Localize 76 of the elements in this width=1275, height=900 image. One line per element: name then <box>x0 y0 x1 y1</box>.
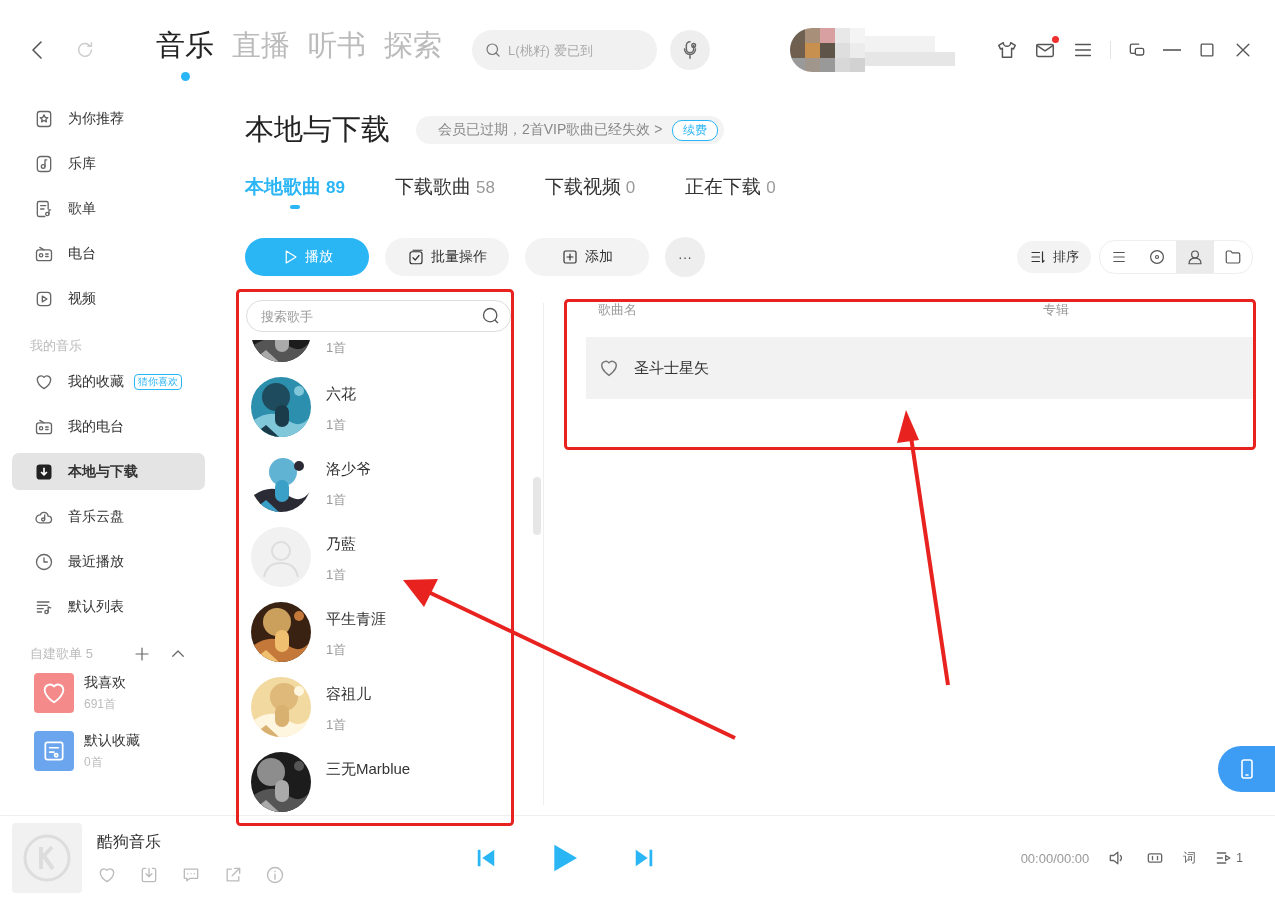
sidebar-item[interactable]: 默认列表 <box>12 588 205 625</box>
info-icon <box>265 864 285 885</box>
artist-search-field[interactable]: 搜索歌手 <box>246 300 511 332</box>
view-toggle[interactable] <box>1176 241 1214 273</box>
sidebar-item[interactable]: 视频 <box>12 280 205 317</box>
sidebar-item[interactable]: 乐库 <box>12 145 205 182</box>
next-icon <box>633 847 655 869</box>
search-icon <box>481 306 501 326</box>
song-count: 1首 <box>326 566 348 584</box>
song-count: 1首 <box>326 491 348 509</box>
song-count: 1首 <box>326 416 348 434</box>
artist-name[interactable]: 平生青涯 <box>326 610 386 629</box>
person-icon <box>1186 248 1204 266</box>
previous-icon <box>475 847 497 869</box>
content-tab[interactable]: 下载歌曲 58 <box>394 174 495 218</box>
more-button[interactable]: ··· <box>665 237 705 277</box>
playlist-icon <box>41 738 67 764</box>
skin-button[interactable] <box>996 39 1018 61</box>
sidebar-item[interactable]: 我的收藏 猜你喜欢 <box>12 363 205 400</box>
plus-icon <box>133 645 151 663</box>
checkbox-icon <box>407 248 425 266</box>
sidebar-item[interactable]: 我的电台 <box>12 408 205 445</box>
voice-search-button[interactable] <box>670 30 710 70</box>
artist-name[interactable]: 洛少爷 <box>326 460 371 479</box>
playlist-name[interactable]: 我喜欢 <box>84 673 126 692</box>
song-title: 酷狗音乐 <box>97 831 162 852</box>
search-icon <box>484 41 502 59</box>
nav-tab[interactable]: 音乐 <box>156 18 214 82</box>
sidebar-item[interactable]: 为你推荐 <box>12 100 205 137</box>
playlist-icon <box>34 198 54 219</box>
playlist-queue-button[interactable]: 1 <box>1214 848 1243 868</box>
lyrics-button[interactable]: 词 <box>1183 849 1197 867</box>
section-title: 我的音乐 <box>30 337 82 355</box>
plus-icon <box>561 248 579 266</box>
song-title: 圣斗士星矢 <box>634 358 709 378</box>
sort-icon <box>1029 248 1047 266</box>
scrollbar[interactable] <box>533 477 541 535</box>
sidebar-item[interactable]: 最近播放 <box>12 543 205 580</box>
sidebar-item[interactable]: 音乐云盘 <box>12 498 205 535</box>
sidebar-item[interactable]: 电台 <box>12 235 205 272</box>
music-note-icon <box>34 153 54 174</box>
batch-button[interactable]: 批量操作 <box>385 238 509 276</box>
default-avatar-icon <box>251 527 311 587</box>
previous-button[interactable] <box>475 847 497 869</box>
song-row[interactable]: 圣斗士星矢 <box>586 337 1253 399</box>
shirt-icon <box>996 39 1018 61</box>
minimize-icon <box>1163 49 1181 51</box>
next-button[interactable] <box>633 847 655 869</box>
add-playlist-button[interactable] <box>133 645 151 663</box>
playlist-cover[interactable] <box>34 731 74 771</box>
sidebar-item[interactable]: 歌单 <box>12 190 205 227</box>
artist-name[interactable]: 三无Marblue <box>326 760 411 779</box>
section-title: 自建歌单 5 <box>30 645 93 663</box>
content-tab[interactable]: 下载视频 0 <box>544 174 636 218</box>
sidebar-item[interactable]: 本地与下载 <box>12 453 205 490</box>
song-count: 1首 <box>326 340 347 357</box>
song-count: 1首 <box>326 716 348 734</box>
sort-button[interactable]: 排序 <box>1017 241 1091 273</box>
artist-name[interactable]: 六花 <box>326 385 356 404</box>
phone-connect-button[interactable] <box>1218 746 1275 792</box>
add-button[interactable]: 添加 <box>525 238 649 276</box>
song-count: 691首 <box>84 695 118 713</box>
disc-icon <box>1148 248 1166 266</box>
clock-icon <box>34 551 54 572</box>
song-count: 0首 <box>84 753 104 771</box>
artist-name[interactable]: 乃藍 <box>326 535 356 554</box>
song-count: 1首 <box>326 641 348 659</box>
tag: 猜你喜欢 <box>134 373 182 390</box>
playback-time: 00:00/00:00 <box>1020 850 1090 866</box>
content-tab[interactable]: 正在下载 0 <box>685 174 776 218</box>
playlist-cover[interactable] <box>34 673 74 713</box>
search-field[interactable]: L(桃籽) 爱已到 <box>472 30 657 70</box>
artist-name[interactable]: 容祖儿 <box>326 685 371 704</box>
playlist-name[interactable]: 默认收藏 <box>84 731 140 750</box>
folder-icon <box>1224 248 1242 266</box>
page-title: 本地与下载 <box>245 112 390 147</box>
